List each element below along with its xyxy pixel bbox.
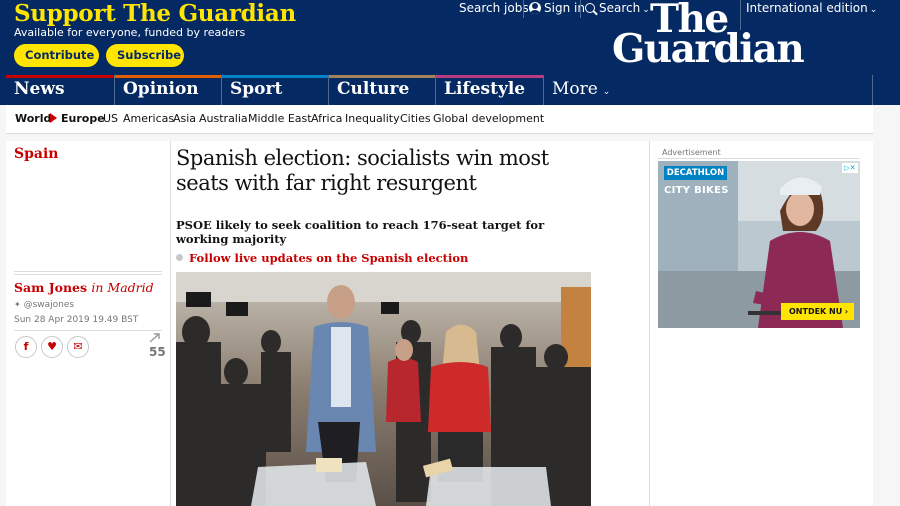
triangle-right-icon [50,113,57,123]
byline: Sam Jones in Madrid [14,280,154,295]
subscribe-button[interactable]: Subscribe → [106,44,196,67]
subnav: World Europe US Americas Asia Australia … [6,105,873,134]
subscribe-label: Subscribe [117,48,182,62]
chevron-down-icon: ⌄ [599,87,611,97]
advertisement[interactable]: DECATHLON CITY BIKES ONTDEK NU › ▷✕ [658,161,860,328]
divider [14,271,162,275]
contribute-button[interactable]: Contribute → [14,44,109,67]
support-subtitle: Available for everyone, funded by reader… [14,26,246,39]
nav-more[interactable]: More ⌄ [543,75,873,105]
subnav-middle-east[interactable]: Middle East [248,112,312,125]
subnav-inequality[interactable]: Inequality [345,112,400,125]
subnav-world[interactable]: World [15,112,51,125]
article-photo [176,272,591,506]
subnav-asia[interactable]: Asia [173,112,196,125]
ad-tagline: CITY BIKES [664,185,729,196]
chevron-right-icon: › [844,307,848,316]
pillar-bar [6,75,114,78]
facebook-icon: f [23,340,29,353]
live-updates-label: Follow live updates on the Spanish elect… [189,251,469,265]
publish-date: Sun 28 Apr 2019 19.49 BST [14,315,139,325]
subnav-africa[interactable]: Africa [311,112,342,125]
sign-in-link[interactable]: Sign in [529,1,585,15]
share-facebook-button[interactable]: f [15,336,37,358]
sign-in-label: Sign in [544,1,585,15]
headline: Spanish election: socialists win most se… [176,146,549,195]
nav-news[interactable]: News [6,75,114,105]
nav-opinion[interactable]: Opinion [114,75,221,105]
ad-cta-label: ONTDEK NU [789,307,843,316]
ad-cta-button[interactable]: ONTDEK NU › [781,303,854,320]
subnav-australia[interactable]: Australia [199,112,248,125]
divider [658,158,860,159]
chevron-down-icon: ⌄ [869,5,878,15]
share-count: 55 [149,345,166,359]
share-email-button[interactable]: ✉ [67,336,89,358]
nav-opinion-label: Opinion [123,79,199,99]
nav-sport[interactable]: Sport [221,75,328,105]
support-title: Support The Guardian [14,0,296,27]
twitter-icon: ♥ [47,340,57,353]
share-twitter-button[interactable]: ♥ [41,336,63,358]
nav-news-label: News [14,79,65,99]
subnav-global-development[interactable]: Global development [433,112,544,125]
user-icon [529,2,541,14]
nav-culture[interactable]: Culture [328,75,435,105]
standfirst: PSOE likely to seek coalition to reach 1… [176,218,545,246]
subnav-cities[interactable]: Cities [400,112,431,125]
page: Support The Guardian Available for every… [0,0,900,506]
pillar-nav: News Opinion Sport Culture Lifestyle Mor… [0,75,900,105]
nav-sport-label: Sport [230,79,283,99]
twitter-icon: ✦ [14,300,21,309]
pillar-bar [222,75,328,78]
subnav-us[interactable]: US [103,112,118,125]
twitter-handle-text: @swajones [23,300,75,310]
arrow-right-icon: → [186,48,196,62]
subnav-europe[interactable]: Europe [61,112,105,125]
live-updates-link[interactable]: Follow live updates on the Spanish elect… [176,251,576,265]
author-name[interactable]: Sam Jones [14,280,87,295]
search-jobs-link[interactable]: Search jobs [459,1,529,15]
masthead: Support The Guardian Available for every… [0,0,900,75]
pillar-bar [436,75,543,78]
ad-label: Advertisement [662,148,721,157]
section-label[interactable]: Spain [14,146,58,162]
nav-lifestyle-label: Lifestyle [444,79,526,99]
nav-lifestyle[interactable]: Lifestyle [435,75,543,105]
divider [872,75,873,105]
photo-illustration [176,272,591,506]
divider [14,330,162,331]
ad-brand: DECATHLON [664,166,727,180]
divider [649,141,650,506]
guardian-logo[interactable]: The Guardian [612,0,812,72]
subnav-americas[interactable]: Americas [123,112,174,125]
author-location: in Madrid [91,280,154,295]
search-icon [585,3,595,13]
pillar-bar [329,75,435,78]
share-arrow-icon [149,333,160,343]
bullet-icon [176,254,183,261]
logo-guardian: Guardian [612,26,805,72]
adchoices-icon[interactable]: ▷✕ [842,163,858,173]
contribute-label: Contribute [25,48,95,62]
twitter-handle[interactable]: ✦ @swajones [14,300,74,310]
nav-culture-label: Culture [337,79,410,99]
pillar-bar [115,75,221,78]
divider [523,0,524,18]
divider [170,141,171,506]
email-icon: ✉ [73,340,83,353]
divider [580,0,581,18]
nav-more-label: More [552,79,598,99]
